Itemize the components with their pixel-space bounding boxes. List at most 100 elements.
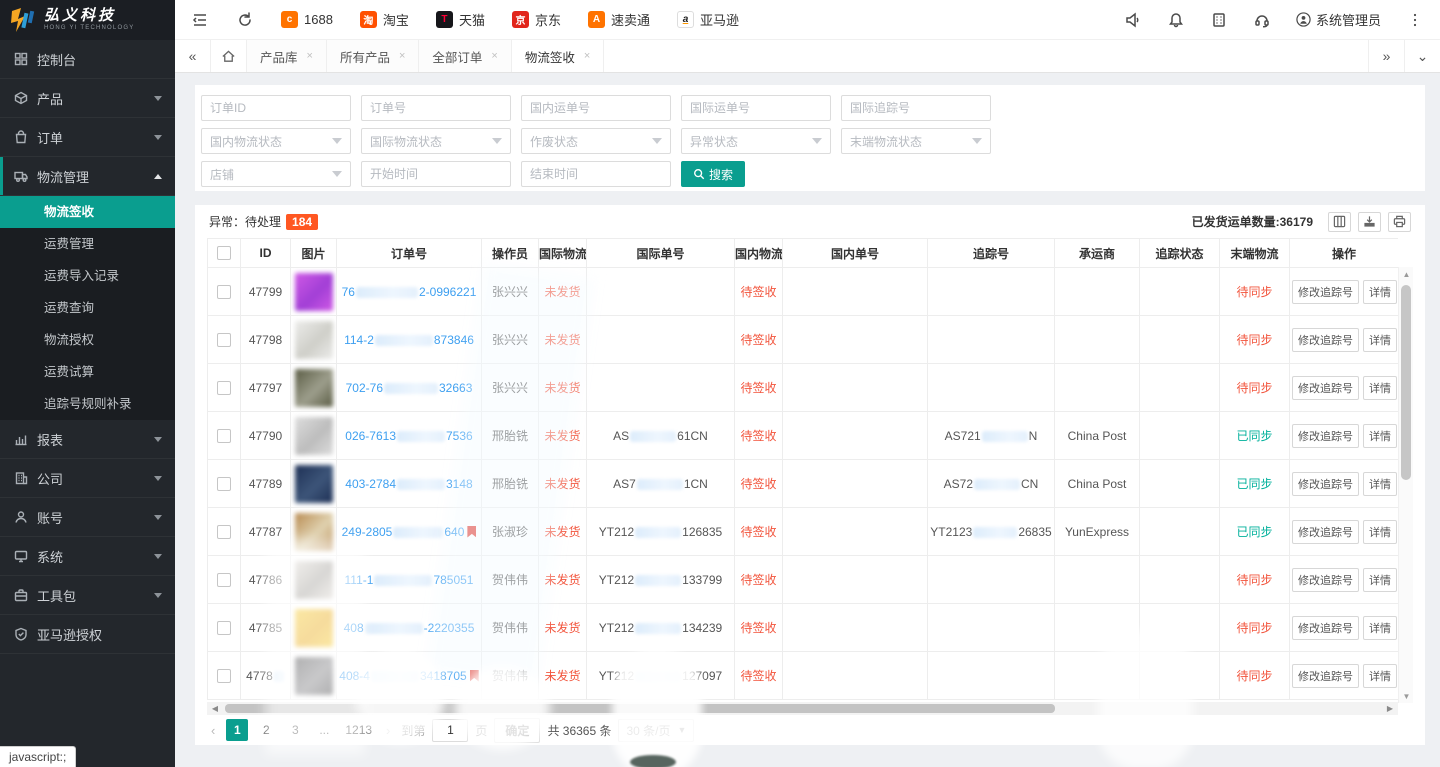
next-page-button[interactable]: › (382, 723, 394, 738)
goto-page-input[interactable] (432, 719, 468, 742)
marketplace-link-jd[interactable]: 京京东 (512, 10, 561, 29)
page-button-2[interactable]: 2 (255, 719, 277, 741)
sidebar-item-logistics[interactable]: 物流管理 (0, 157, 175, 196)
column-settings-icon[interactable] (1328, 212, 1351, 232)
row-checkbox[interactable] (217, 621, 231, 635)
modify-tracking-button[interactable]: 修改追踪号 (1292, 568, 1359, 592)
detail-button[interactable]: 详情 (1363, 664, 1397, 688)
close-icon[interactable]: × (399, 50, 405, 62)
detail-button[interactable]: 详情 (1363, 280, 1397, 304)
product-thumbnail[interactable] (295, 321, 333, 359)
confirm-page-button[interactable]: 确定 (494, 718, 540, 743)
product-thumbnail[interactable] (295, 561, 333, 599)
search-button[interactable]: 搜索 (681, 161, 745, 187)
filter-select-4[interactable]: 末端物流状态 (841, 128, 991, 154)
marketplace-link-amazon[interactable]: a亚马逊 (677, 10, 739, 29)
sidebar-item-product[interactable]: 产品 (0, 79, 175, 118)
sidebar-item-report[interactable]: 报表 (0, 420, 175, 459)
product-thumbnail[interactable] (295, 513, 333, 551)
modify-tracking-button[interactable]: 修改追踪号 (1292, 328, 1359, 352)
marketplace-link-tmall[interactable]: T天猫 (436, 10, 485, 29)
print-icon[interactable] (1388, 212, 1411, 232)
modify-tracking-button[interactable]: 修改追踪号 (1292, 376, 1359, 400)
scroll-left-icon[interactable]: ◀ (207, 702, 223, 715)
sidebar-subitem-logistics-receipt[interactable]: 物流签收 (0, 196, 175, 228)
scroll-down-icon[interactable]: ▼ (1399, 689, 1414, 703)
product-thumbnail[interactable] (295, 417, 333, 455)
page-button-1213[interactable]: 1213 (342, 719, 375, 741)
filter-input-0[interactable] (201, 95, 351, 121)
order-number-link[interactable]: 403-27843148 (345, 477, 472, 491)
tab-all-orders[interactable]: 全部订单× (419, 40, 511, 72)
sidebar-subitem-tracking-rule-supplement[interactable]: 追踪号规则补录 (0, 388, 175, 420)
detail-button[interactable]: 详情 (1363, 568, 1397, 592)
sidebar-item-amazon-auth[interactable]: 亚马逊授权 (0, 615, 175, 654)
sidebar-item-account[interactable]: 账号 (0, 498, 175, 537)
order-number-link[interactable]: 249-2805640 (342, 525, 465, 539)
pending-count-badge[interactable]: 184 (286, 214, 318, 230)
detail-button[interactable]: 详情 (1363, 520, 1397, 544)
marketplace-link-taobao[interactable]: 淘淘宝 (360, 10, 409, 29)
horizontal-scroll-thumb[interactable] (225, 704, 1055, 713)
modify-tracking-button[interactable]: 修改追踪号 (1292, 280, 1359, 304)
marketplace-link-aliexpress[interactable]: A速卖通 (588, 10, 650, 29)
user-menu[interactable]: 系统管理员 (1296, 10, 1381, 29)
modify-tracking-button[interactable]: 修改追踪号 (1292, 664, 1359, 688)
filter-select-0[interactable]: 国内物流状态 (201, 128, 351, 154)
order-number-link[interactable]: 111-1785051 (345, 573, 474, 587)
export-icon[interactable] (1358, 212, 1381, 232)
sidebar-item-dashboard[interactable]: 控制台 (0, 40, 175, 79)
order-number-link[interactable]: 026-76137536 (345, 429, 472, 443)
product-thumbnail[interactable] (295, 465, 333, 503)
scroll-up-icon[interactable]: ▲ (1399, 267, 1414, 281)
filter-select-shop[interactable]: 店铺 (201, 161, 351, 187)
sidebar-subitem-freight-import-records[interactable]: 运费导入记录 (0, 260, 175, 292)
detail-button[interactable]: 详情 (1363, 424, 1397, 448)
product-thumbnail[interactable] (295, 657, 333, 695)
filter-input-1[interactable] (361, 95, 511, 121)
scroll-right-icon[interactable]: ▶ (1382, 702, 1398, 715)
select-all-checkbox[interactable] (217, 246, 231, 260)
filter-input-4[interactable] (841, 95, 991, 121)
product-thumbnail[interactable] (295, 273, 333, 311)
vertical-scroll-thumb[interactable] (1401, 285, 1411, 480)
sidebar-item-system[interactable]: 系统 (0, 537, 175, 576)
tabs-menu-icon[interactable]: ⌄ (1404, 40, 1440, 72)
sidebar-subitem-freight-query[interactable]: 运费查询 (0, 292, 175, 324)
sidebar-item-order[interactable]: 订单 (0, 118, 175, 157)
order-number-link[interactable]: 114-2873846 (344, 333, 474, 347)
filter-input-3[interactable] (681, 95, 831, 121)
tab-all-products[interactable]: 所有产品× (327, 40, 419, 72)
page-button-1[interactable]: 1 (226, 719, 248, 741)
detail-button[interactable]: 详情 (1363, 472, 1397, 496)
modify-tracking-button[interactable]: 修改追踪号 (1292, 424, 1359, 448)
detail-button[interactable]: 详情 (1363, 328, 1397, 352)
notification-bell-icon[interactable] (1167, 11, 1185, 29)
home-tab-icon[interactable] (211, 40, 247, 72)
tab-logistics-receipt[interactable]: 物流签收× (512, 40, 604, 72)
end-time-input[interactable] (521, 161, 671, 187)
collapse-sidebar-icon[interactable] (191, 11, 209, 29)
sidebar-item-toolkit[interactable]: 工具包 (0, 576, 175, 615)
order-number-link[interactable]: 408-2220355 (344, 621, 475, 635)
row-checkbox[interactable] (217, 333, 231, 347)
detail-button[interactable]: 详情 (1363, 376, 1397, 400)
order-number-link[interactable]: 702-7632663 (346, 381, 473, 395)
calculator-icon[interactable] (1210, 11, 1228, 29)
announcement-icon[interactable] (1124, 11, 1142, 29)
row-checkbox[interactable] (217, 381, 231, 395)
modify-tracking-button[interactable]: 修改追踪号 (1292, 520, 1359, 544)
headset-icon[interactable] (1253, 11, 1271, 29)
filter-select-2[interactable]: 作废状态 (521, 128, 671, 154)
sidebar-subitem-freight-trial[interactable]: 运费试算 (0, 356, 175, 388)
modify-tracking-button[interactable]: 修改追踪号 (1292, 616, 1359, 640)
tabs-scroll-right-icon[interactable]: » (1368, 40, 1404, 72)
row-checkbox[interactable] (217, 477, 231, 491)
sidebar-subitem-freight-management[interactable]: 运费管理 (0, 228, 175, 260)
page-button-3[interactable]: 3 (284, 719, 306, 741)
row-checkbox[interactable] (217, 573, 231, 587)
filter-input-2[interactable] (521, 95, 671, 121)
vertical-scrollbar[interactable]: ▲ ▼ (1398, 267, 1413, 703)
tabs-scroll-left-icon[interactable]: « (175, 40, 211, 72)
marketplace-link-1688[interactable]: c1688 (281, 11, 333, 28)
